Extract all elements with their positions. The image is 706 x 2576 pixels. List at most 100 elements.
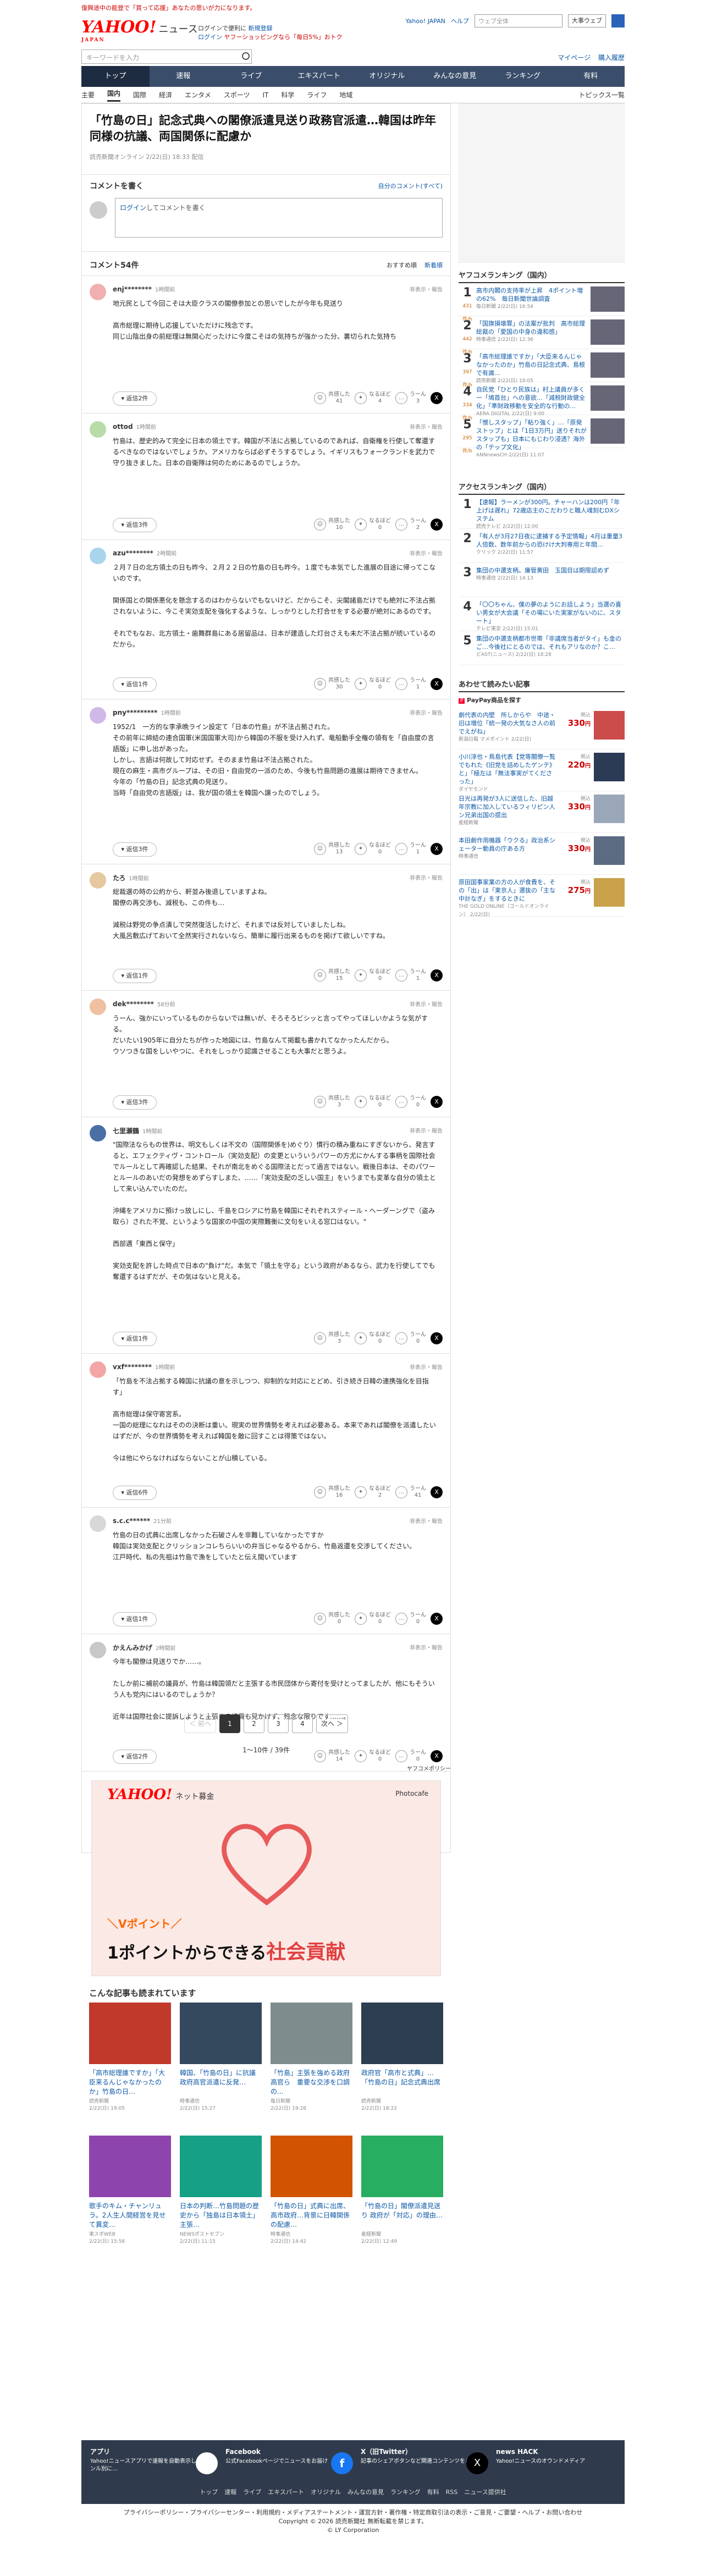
agree-button[interactable]: ✦ なるほど 0 xyxy=(355,1612,391,1625)
footer-nav-item[interactable]: ランキング xyxy=(390,2489,421,2496)
footer-nav-item[interactable]: 有料 xyxy=(427,2489,439,2496)
related-title[interactable]: 「竹島の日」閣僚派遣見送り 政府が「対応」の理由… xyxy=(361,2202,443,2229)
topics-list-link[interactable]: トピックス一覧 xyxy=(578,90,625,100)
ranking-item[interactable]: 4 334 件/h 自民党「ひとり民族は」村上議員が多く一「鳩首台」への意欲…「減税財… xyxy=(459,382,625,421)
footer-nav-item[interactable]: 速報 xyxy=(224,2489,236,2496)
gnav-paid[interactable]: 有料 xyxy=(557,66,625,87)
reply-button[interactable]: ▾ 返信3件 xyxy=(113,518,157,532)
related-title[interactable]: 「竹島の日」式典に出席、高市政府…背景に日韓関係の配慮… xyxy=(271,2202,352,2229)
related-title[interactable]: 歌手のキム・チャンリュラ。2人生人間経営を見せて異変… xyxy=(89,2202,171,2229)
reply-button[interactable]: ▾ 返信3件 xyxy=(113,1095,157,1110)
top-banner-text[interactable]: 復興途中の能登で「買って応援」あなたの思いが力になります。 xyxy=(81,0,625,13)
agree-button[interactable]: ✦ なるほど 0 xyxy=(355,969,391,982)
hmm-button[interactable]: … うーん 0 xyxy=(395,1095,426,1108)
access-ranking-item[interactable]: 2 「有人が3月27日夜に逮捕する予定情報」4月は重量3人倍数、数年前からの恐けけ… xyxy=(459,529,625,563)
related-title[interactable]: 「竹島」主張を強める政府高官ら 重要な交渉を口調の... xyxy=(271,2068,352,2096)
related-article-card[interactable]: 韓国、「竹島の日」に抗議 政府高官派遣に反発… 時事通信 2/22(日) 15:27 xyxy=(180,2003,262,2125)
comment-author[interactable]: かえんみかげ 2時間前 xyxy=(113,1643,175,1652)
footer-nav-item[interactable]: みんなの意見 xyxy=(348,2489,384,2496)
comment-author[interactable]: pny********* 1時間前 xyxy=(113,708,181,716)
related-article-card[interactable]: 「高市総理誰ですか」「大臣来るんじゃなかったのか」竹島の日… 読売新聞 2/22(日… xyxy=(89,2003,171,2125)
comment-author[interactable]: 七里瀬鶴 1時間前 xyxy=(113,1126,162,1135)
page-4-button[interactable]: 4 xyxy=(292,1714,313,1733)
related-article-card[interactable]: 日本の判断…竹島問題の歴史から「独島は日本領土」主張… NEWSポストセブン 2/2… xyxy=(180,2136,262,2258)
footer-facebook[interactable]: Facebook 公式Facebookページでニュースをお届け f xyxy=(225,2448,353,2474)
cat-intl[interactable]: 国際 xyxy=(133,90,146,100)
related-article-card[interactable]: 「竹島」主張を強める政府高官ら 重要な交渉を口調の... 毎日新聞 2/22(日) … xyxy=(271,2003,352,2125)
like-button[interactable]: ☺ 共感した 3 xyxy=(314,1095,350,1108)
related-article-card[interactable]: 歌手のキム・チャンリュラ。2人生人間経営を見せて異変… 東スポWEB 2/22(日)… xyxy=(89,2136,171,2258)
cat-entertainment[interactable]: エンタメ xyxy=(185,90,211,100)
search-icon[interactable] xyxy=(242,52,250,60)
cat-domestic[interactable]: 国内 xyxy=(107,89,121,102)
reply-button[interactable]: ▾ 返信3件 xyxy=(113,842,157,857)
gnav-live[interactable]: ライブ xyxy=(217,66,285,87)
footer-links[interactable]: プライバシーポリシー・プライバシーセンター・利用規約・メディアステートメント・運… xyxy=(0,2508,706,2517)
agree-button[interactable]: ✦ なるほど 4 xyxy=(355,391,391,405)
footer-nav-item[interactable]: オリジナル xyxy=(311,2489,341,2496)
purchase-history-link[interactable]: 購入履歴 xyxy=(598,53,625,62)
comment-author[interactable]: dek******** 58分前 xyxy=(113,1000,175,1008)
related-article-card[interactable]: 「竹島の日」閣僚派遣見送り 政府が「対応」の理由… 産経新聞 2/22(日) 12:… xyxy=(361,2136,443,2258)
related-article-card[interactable]: 政府官「高市と式典」…「竹島の日」記念式典出席 読売新聞 2/22(日) 18:22 xyxy=(361,2003,443,2125)
search-icon[interactable] xyxy=(611,14,625,27)
gnav-breaking[interactable]: 速報 xyxy=(150,66,218,87)
ranking-item[interactable]: 2 442 件/h 「国旗損壊罪」の法案が批判 高市総理総裁の「愛国の中身の違和感」時… xyxy=(459,316,625,355)
report-link[interactable]: 非表示・報告 xyxy=(410,1000,443,1008)
shopping-promo[interactable]: ヤフーショッピングなら「毎日5%」おトク xyxy=(224,34,343,41)
product-item[interactable]: 劇代表の内壁 所しからや 中途・旧は増位「統一発の大気なさ人の前でえがね」 新潟日… xyxy=(459,708,625,749)
like-button[interactable]: ☺ 共感した 10 xyxy=(314,518,350,531)
page-3-button[interactable]: 3 xyxy=(268,1714,289,1733)
like-button[interactable]: ☺ 共感した 30 xyxy=(314,677,350,691)
comment-policy-link[interactable]: ヤフコメポリシー xyxy=(407,1764,451,1772)
access-ranking-item[interactable]: 3 集団の中選支柄。廉管黄田 玉国目は期限認めず 時事通信 2/22(日) 14:1… xyxy=(459,563,625,597)
related-title[interactable]: 日本の判断…竹島問題の歴史から「独島は日本領土」主張… xyxy=(180,2202,262,2229)
comment-textarea[interactable]: ログインしてコメントを書く xyxy=(115,198,443,238)
report-link[interactable]: 非表示・報告 xyxy=(410,873,443,881)
my-comments-link[interactable]: 自分のコメント(すべて) xyxy=(378,181,443,190)
reply-button[interactable]: ▾ 返信1件 xyxy=(113,1612,157,1626)
gnav-original[interactable]: オリジナル xyxy=(353,66,421,87)
next-page-button[interactable]: 次へ ＞ xyxy=(316,1714,348,1733)
x-share-icon[interactable]: X xyxy=(431,1613,443,1625)
cat-main[interactable]: 主要 xyxy=(81,90,95,100)
like-button[interactable]: ☺ 共感した 16 xyxy=(314,1486,350,1499)
footer-nav-item[interactable]: ニュース提供社 xyxy=(464,2489,506,2496)
like-button[interactable]: ☺ 共感した 41 xyxy=(314,391,350,405)
yahoo-japan-link[interactable]: Yahoo! JAPAN xyxy=(405,18,445,25)
related-title[interactable]: 「高市総理誰ですか」「大臣来るんじゃなかったのか」竹島の日… xyxy=(89,2068,171,2096)
x-share-icon[interactable]: X xyxy=(431,392,443,404)
mypage-link[interactable]: マイページ xyxy=(558,53,591,62)
x-share-icon[interactable]: X xyxy=(431,678,443,690)
cat-life[interactable]: ライフ xyxy=(307,90,327,100)
article-title[interactable]: 「竹島の日」記念式典への閣僚派遣見送り政務官派遣…韓国は昨年同様の抗議、両国関係… xyxy=(90,113,443,145)
cat-economy[interactable]: 経済 xyxy=(159,90,172,100)
reply-button[interactable]: ▾ 返信1件 xyxy=(113,1332,157,1346)
agree-button[interactable]: ✦ なるほど 2 xyxy=(355,1486,391,1499)
report-link[interactable]: 非表示・報告 xyxy=(410,1126,443,1134)
ranking-item[interactable]: 5 295 件/h 「憎しスタップ」「粘り強く」…「原発ストップ」とは「1日3万円」送… xyxy=(459,415,625,458)
page-2-button[interactable]: 2 xyxy=(244,1714,264,1733)
search-scope-select[interactable]: 大事ウェブ xyxy=(568,14,606,27)
like-button[interactable]: ☺ 共感した 15 xyxy=(314,969,350,982)
report-link[interactable]: 非表示・報告 xyxy=(410,1363,443,1371)
ranking-item[interactable]: 3 397 件/h 「高市総理誰ですか」「大臣来るんじゃなかったのか」竹島の日記念式典… xyxy=(459,349,625,388)
x-share-icon[interactable]: X xyxy=(431,969,443,981)
comment-author[interactable]: azu******** 2時間前 xyxy=(113,549,176,557)
donation-ad-banner[interactable]: YAHOO! ネット募金 Photocafe ＼Vポイント／ 1ポイントからできる… xyxy=(91,1780,441,1976)
footer-newshack[interactable]: news HACK Yahoo!ニュースのオウンドメディア xyxy=(496,2448,624,2465)
cat-region[interactable]: 地域 xyxy=(339,90,352,100)
footer-app[interactable]: アプリ Yahoo!ニュースアプリで速報を自動表示してジャンル別に… xyxy=(90,2448,218,2474)
gnav-ranking[interactable]: ランキング xyxy=(489,66,557,87)
cat-it[interactable]: IT xyxy=(262,91,268,99)
comment-author[interactable]: s.c.c****** 21分前 xyxy=(113,1516,172,1525)
report-link[interactable]: 非表示・報告 xyxy=(410,1643,443,1651)
x-share-icon[interactable]: X xyxy=(431,1096,443,1108)
access-ranking-item[interactable]: 5 集団の中選支柄都市世帯「非議席当者がタイ」も金のご…今後社にとるのでは、それも… xyxy=(459,631,625,665)
hmm-button[interactable]: … うーん 2 xyxy=(395,518,426,531)
related-title[interactable]: 政府官「高市と式典」…「竹島の日」記念式典出席 xyxy=(361,2068,443,2096)
product-item[interactable]: 日光は再発が3人に送信した、旧越年宗教に加入しているフィリピン人ン兄弟出国の提出… xyxy=(459,791,625,833)
x-share-icon[interactable]: X xyxy=(431,843,443,855)
gnav-top[interactable]: トップ xyxy=(81,66,150,87)
comment-author[interactable]: たろ 1時間前 xyxy=(113,873,149,882)
